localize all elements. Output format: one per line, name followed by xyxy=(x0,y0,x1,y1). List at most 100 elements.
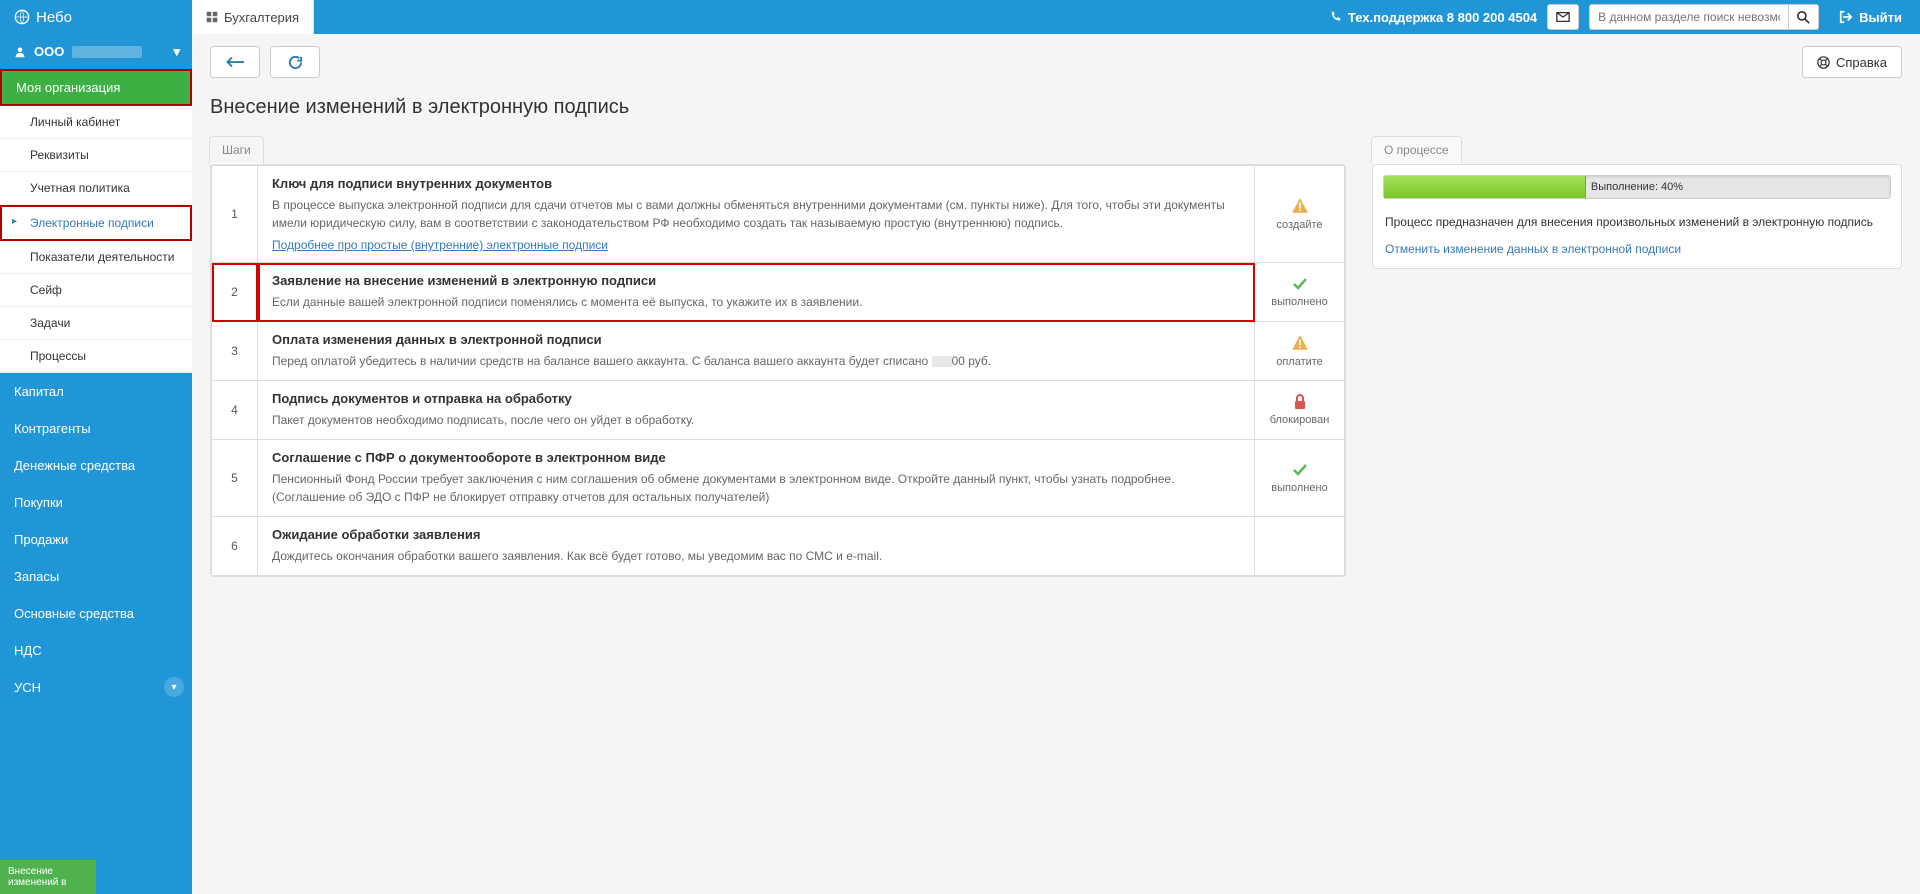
step-row[interactable]: 4 Подпись документов и отправка на обрабо… xyxy=(212,381,1345,440)
step-status: выполнено xyxy=(1255,263,1345,322)
logout-link[interactable]: Выйти xyxy=(1829,10,1912,25)
step-description: В процессе выпуска электронной подписи д… xyxy=(272,196,1240,232)
sidebar-nav-item[interactable]: Основные средства xyxy=(0,595,192,632)
support-label: Тех.поддержка 8 800 200 4504 xyxy=(1348,10,1537,25)
step-description: Если данные вашей электронной подписи по… xyxy=(272,293,1240,311)
status-icon xyxy=(1269,276,1330,292)
step-number: 1 xyxy=(212,166,258,263)
status-icon xyxy=(1269,197,1330,215)
step-number: 6 xyxy=(212,517,258,576)
user-icon xyxy=(14,46,26,58)
step-status: создайте xyxy=(1255,166,1345,263)
step-row[interactable]: 2Заявление на внесение изменений в элект… xyxy=(212,263,1345,322)
step-description: Пакет документов необходимо подписать, п… xyxy=(272,411,1240,429)
step-description: Перед оплатой убедитесь в наличии средст… xyxy=(272,352,1240,370)
step-title: Ожидание обработки заявления xyxy=(272,527,1240,542)
step-row[interactable]: 6 Ожидание обработки заявления Дождитесь о… xyxy=(212,517,1345,576)
refresh-icon xyxy=(288,55,303,70)
sidebar-sub-item[interactable]: Реквизиты xyxy=(0,139,192,172)
step-description: Пенсионный Фонд России требует заключени… xyxy=(272,470,1240,506)
step-row[interactable]: 3 Оплата изменения данных в электронной п… xyxy=(212,322,1345,381)
logout-label: Выйти xyxy=(1859,10,1902,25)
support-phone[interactable]: Тех.поддержка 8 800 200 4504 xyxy=(1330,10,1537,25)
sidebar-nav-item[interactable]: НДС xyxy=(0,632,192,669)
sidebar-nav-item[interactable]: Денежные средства xyxy=(0,447,192,484)
mail-button[interactable] xyxy=(1547,4,1579,30)
back-button[interactable] xyxy=(210,46,260,78)
step-title: Соглашение с ПФР о документообороте в эл… xyxy=(272,450,1240,465)
step-description: Дождитесь окончания обработки вашего зая… xyxy=(272,547,1240,565)
search-button[interactable] xyxy=(1789,4,1819,30)
sidebar-sub-item[interactable]: Учетная политика xyxy=(0,172,192,205)
tab-accounting-label: Бухгалтерия xyxy=(224,10,299,25)
bottom-tag-label: Внесение изменений в xyxy=(8,866,66,888)
search-icon xyxy=(1797,11,1810,24)
sidebar-subnav: Личный кабинетРеквизитыУчетная политикаЭ… xyxy=(0,106,192,373)
status-icon xyxy=(1269,334,1330,352)
sidebar-nav-item[interactable]: Покупки xyxy=(0,484,192,521)
step-status xyxy=(1255,517,1345,576)
progress-label: Выполнение: 40% xyxy=(1591,181,1683,193)
step-more-link[interactable]: Подробнее про простые (внутренние) элект… xyxy=(272,238,608,252)
sidebar-sub-item[interactable]: Процессы xyxy=(0,340,192,373)
brand-name: Небо xyxy=(36,9,72,26)
step-body: Заявление на внесение изменений в электр… xyxy=(258,263,1255,322)
scroll-down-button[interactable]: ▾ xyxy=(164,677,184,697)
status-label: блокирован xyxy=(1269,414,1330,426)
sidebar-sub-item[interactable]: Личный кабинет xyxy=(0,106,192,139)
step-body: Оплата изменения данных в электронной по… xyxy=(258,322,1255,381)
phone-icon xyxy=(1330,11,1342,23)
step-number: 2 xyxy=(212,263,258,322)
step-body: Соглашение с ПФР о документообороте в эл… xyxy=(258,440,1255,517)
sidebar-nav-item[interactable]: Продажи xyxy=(0,521,192,558)
sidebar-nav-item[interactable]: УСН▾ xyxy=(0,669,192,706)
sidebar-sub-item[interactable]: Показатели деятельности xyxy=(0,241,192,274)
help-button[interactable]: Справка xyxy=(1802,46,1902,78)
sidebar-sub-item[interactable]: Сейф xyxy=(0,274,192,307)
tab-steps[interactable]: Шаги xyxy=(209,136,264,164)
brand-logo[interactable]: Небо xyxy=(0,0,192,34)
sidebar-nav-item[interactable]: Запасы xyxy=(0,558,192,595)
sidebar-nav-item[interactable]: Контрагенты xyxy=(0,410,192,447)
logo-icon xyxy=(14,9,30,25)
step-status: выполнено xyxy=(1255,440,1345,517)
search-input[interactable] xyxy=(1589,4,1789,30)
org-selector[interactable]: ООО ▾ xyxy=(0,34,192,69)
step-title: Оплата изменения данных в электронной по… xyxy=(272,332,1240,347)
step-status: оплатите xyxy=(1255,322,1345,381)
main-content: Справка Внесение изменений в электронную… xyxy=(192,34,1920,894)
arrow-left-icon xyxy=(226,56,244,68)
step-number: 4 xyxy=(212,381,258,440)
sidebar: ООО ▾ Моя организация Личный кабинетРекв… xyxy=(0,34,192,894)
status-label: выполнено xyxy=(1269,296,1330,308)
mail-icon xyxy=(1556,10,1570,24)
step-number: 3 xyxy=(212,322,258,381)
chevron-down-icon: ▾ xyxy=(173,44,180,60)
step-body: Ключ для подписи внутренних документов В … xyxy=(258,166,1255,263)
step-row[interactable]: 5Соглашение с ПФР о документообороте в э… xyxy=(212,440,1345,517)
grid-icon xyxy=(206,11,218,23)
step-body: Подпись документов и отправка на обработ… xyxy=(258,381,1255,440)
org-name-redacted xyxy=(72,46,142,58)
step-title: Ключ для подписи внутренних документов xyxy=(272,176,1240,191)
refresh-button[interactable] xyxy=(270,46,320,78)
topbar: Небо Бухгалтерия Тех.поддержка 8 800 200… xyxy=(0,0,1920,34)
lifebuoy-icon xyxy=(1817,56,1830,69)
progress-bar: Выполнение: 40% xyxy=(1383,175,1891,199)
bottom-process-tag[interactable]: Внесение изменений в xyxy=(0,860,96,894)
help-label: Справка xyxy=(1836,55,1887,70)
step-title: Подпись документов и отправка на обработ… xyxy=(272,391,1240,406)
sidebar-section-label: Моя организация xyxy=(16,80,120,95)
org-prefix: ООО xyxy=(34,44,64,59)
sidebar-sub-item[interactable]: Задачи xyxy=(0,307,192,340)
process-panel: Выполнение: 40% Процесс предназначен для… xyxy=(1372,164,1902,269)
cancel-process-link[interactable]: Отменить изменение данных в электронной … xyxy=(1385,242,1681,256)
sidebar-sub-item[interactable]: Электронные подписи xyxy=(0,205,192,241)
sidebar-nav-item[interactable]: Капитал xyxy=(0,373,192,410)
status-icon xyxy=(1269,462,1330,478)
tab-accounting[interactable]: Бухгалтерия xyxy=(192,0,314,34)
tab-about-process[interactable]: О процессе xyxy=(1371,136,1462,164)
sidebar-section-my-org[interactable]: Моя организация xyxy=(0,69,192,106)
step-row[interactable]: 1 Ключ для подписи внутренних документов В… xyxy=(212,166,1345,263)
step-status: блокирован xyxy=(1255,381,1345,440)
